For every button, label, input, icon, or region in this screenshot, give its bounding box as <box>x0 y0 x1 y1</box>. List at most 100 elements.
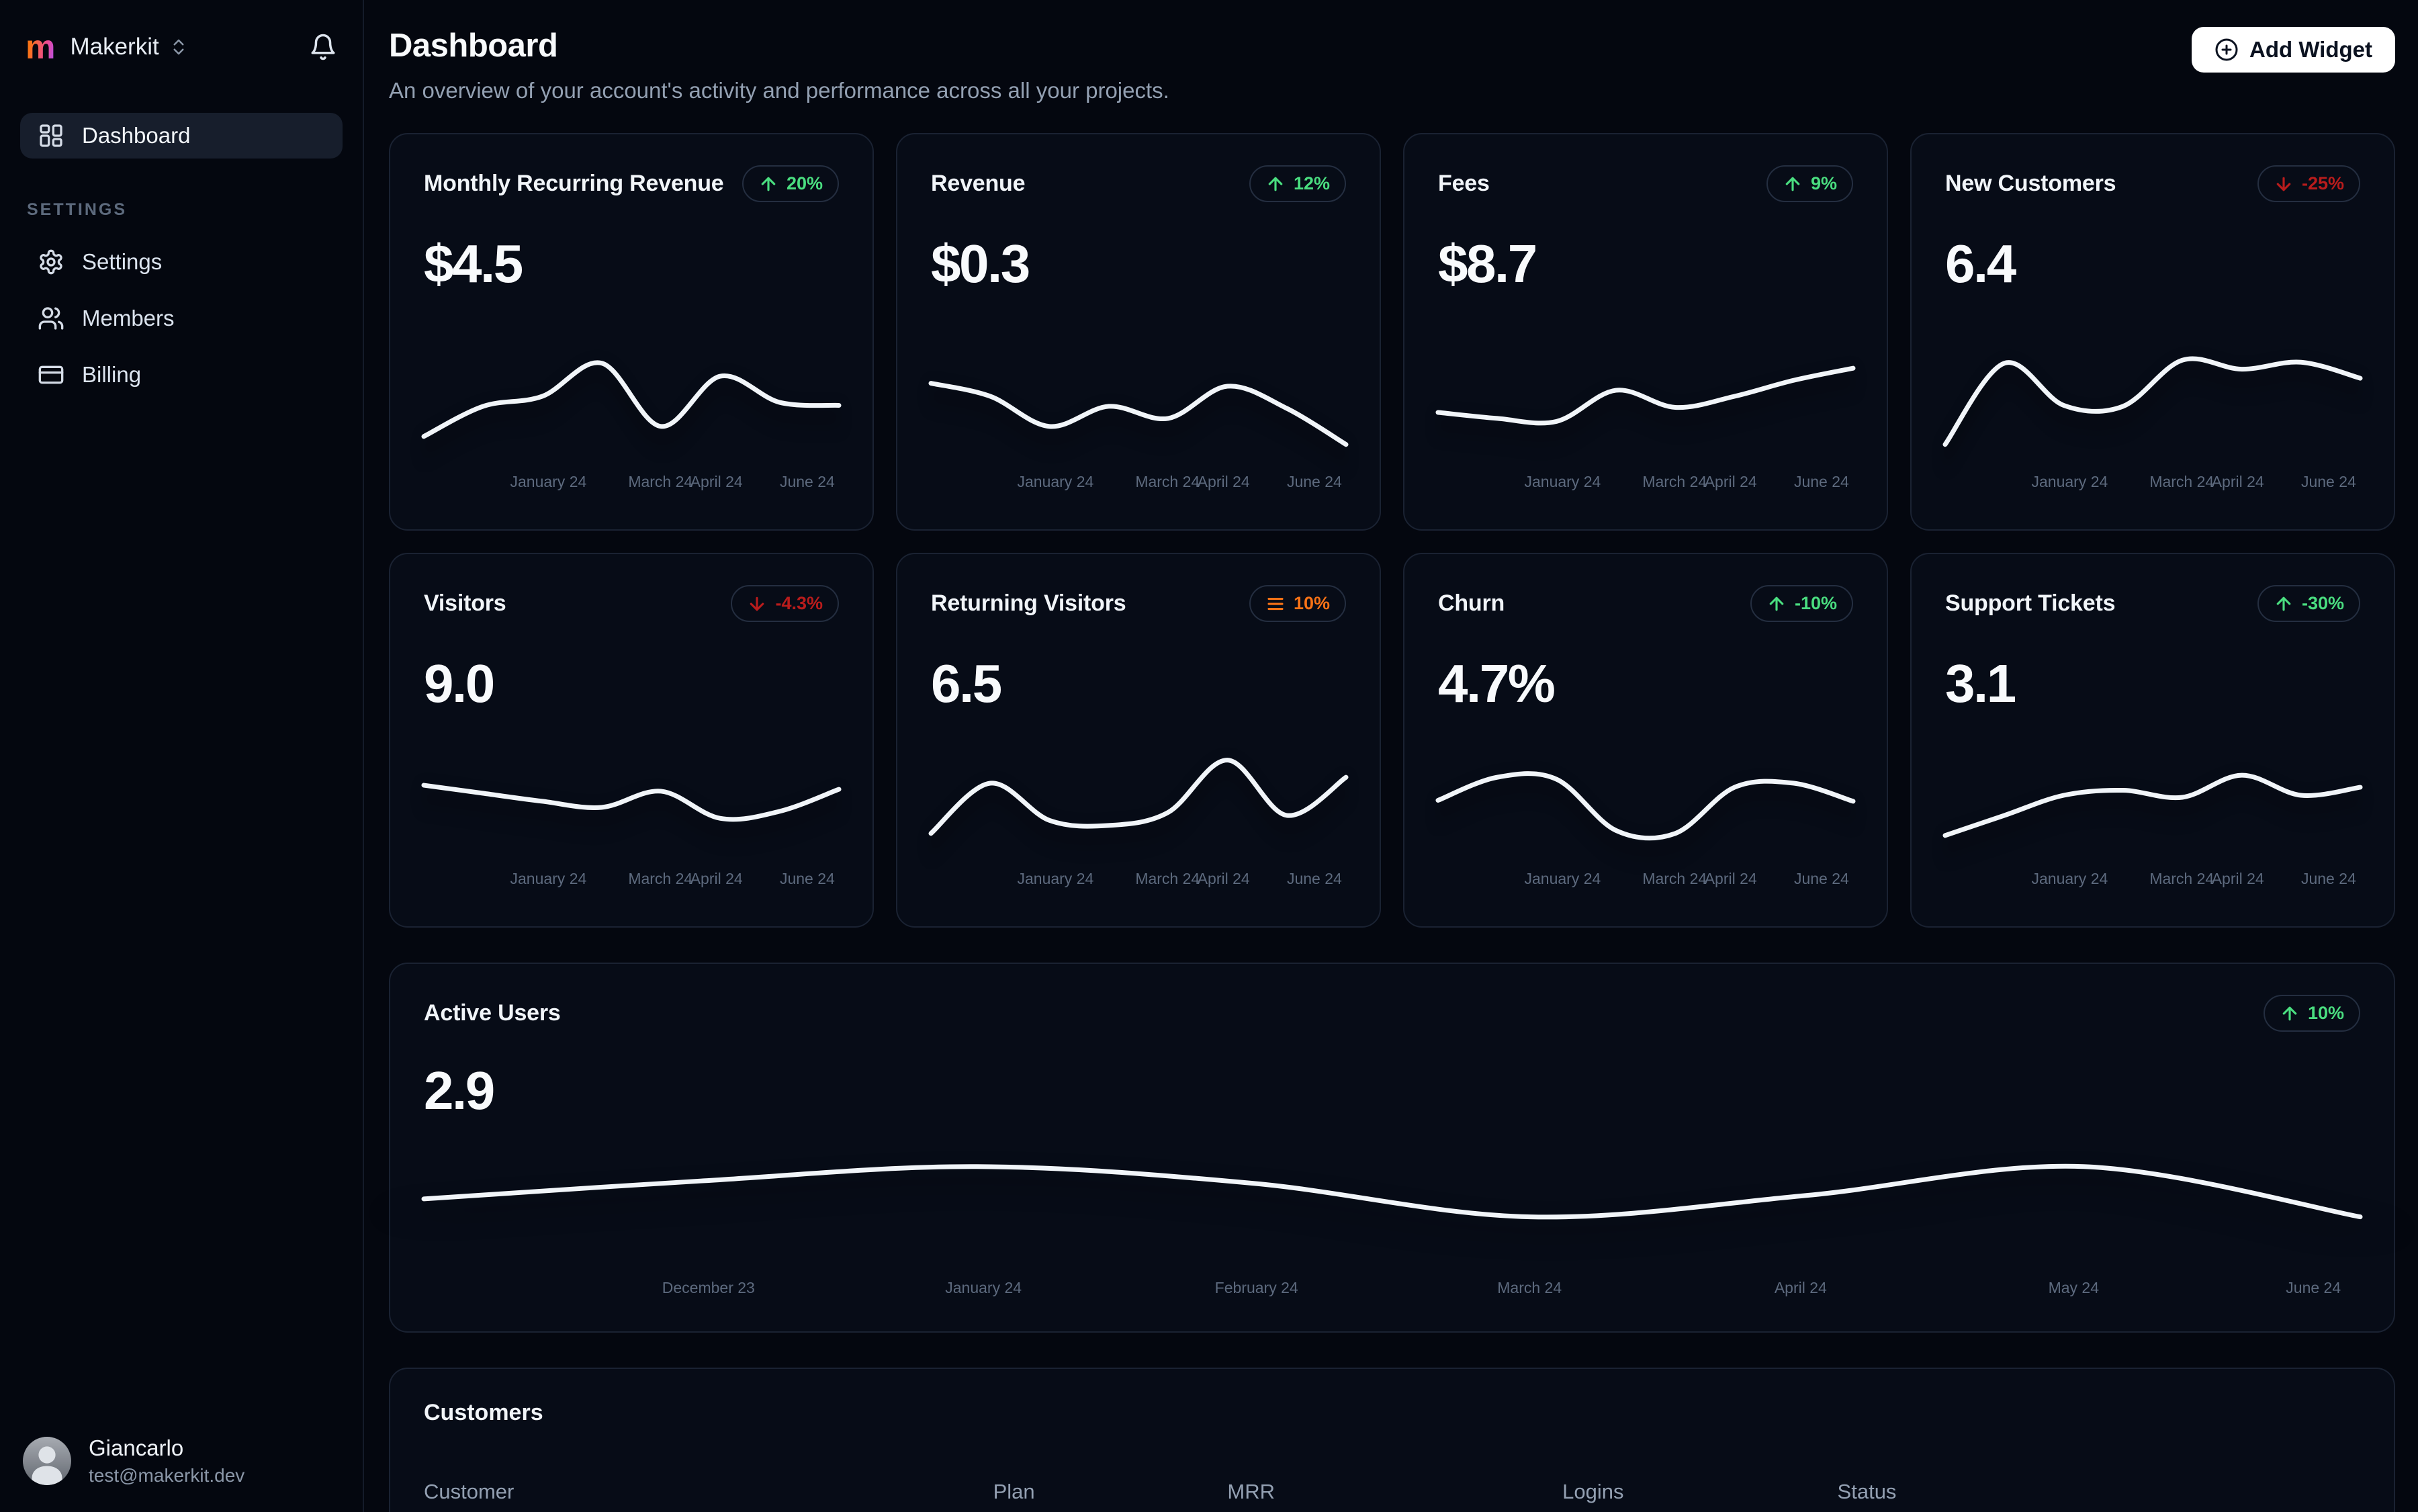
trend-badge: 12% <box>1249 165 1346 202</box>
sidebar-item-billing[interactable]: Billing <box>20 350 343 400</box>
main-content: Dashboard An overview of your account's … <box>364 0 2418 1512</box>
card-value: $8.7 <box>1438 234 1537 294</box>
x-tick-label: March 24 <box>1135 473 1200 490</box>
x-axis-labels: January 24 March 24 April 24 June 24 <box>931 468 1346 498</box>
x-tick-label: January 24 <box>510 473 587 490</box>
x-tick-label: June 24 <box>2286 1279 2341 1296</box>
trend-badge: -30% <box>2257 585 2360 622</box>
user-menu[interactable]: Giancarlo test@makerkit.dev <box>23 1435 244 1486</box>
x-tick-label: February 24 <box>1214 1279 1298 1296</box>
x-axis-labels: January 24 March 24 April 24 June 24 <box>424 468 839 498</box>
trend-badge: 20% <box>742 165 839 202</box>
line-chart <box>1945 736 2360 855</box>
sidebar-item-members[interactable]: Members <box>20 294 343 343</box>
x-tick-label: January 24 <box>1524 473 1601 490</box>
card-title: Monthly Recurring Revenue <box>424 171 724 196</box>
stat-card: Revenue 12% $0.3 January 24 March 24 April… <box>896 133 1381 531</box>
x-tick-label: March 24 <box>1135 870 1200 887</box>
x-tick-label: April 24 <box>1197 473 1250 490</box>
line-chart <box>424 339 839 458</box>
sidebar-item-label: Billing <box>82 362 142 387</box>
x-tick-label: March 24 <box>628 473 693 490</box>
column-header-customer: Customer <box>424 1480 514 1503</box>
line-chart <box>1945 339 2360 458</box>
trend-badge: 10% <box>2263 995 2360 1032</box>
customers-table-header: Customer Plan MRR Logins Status <box>424 1480 2360 1512</box>
stat-card: Support Tickets -30% 3.1 January 24 March… <box>1910 553 2395 928</box>
x-axis-labels: January 24 March 24 April 24 June 24 <box>1438 468 1853 498</box>
customers-card: Customers Customer Plan MRR Logins Statu… <box>389 1368 2395 1512</box>
x-tick-label: April 24 <box>690 473 743 490</box>
page-header: Dashboard An overview of your account's … <box>389 27 2395 103</box>
x-tick-label: January 24 <box>1017 870 1094 887</box>
gear-icon <box>38 249 64 275</box>
makerkit-logo: m <box>26 28 56 66</box>
x-tick-label: June 24 <box>2300 473 2356 490</box>
x-tick-label: May 24 <box>2048 1279 2100 1296</box>
trend-badge: -25% <box>2257 165 2360 202</box>
column-header-logins: Logins <box>1562 1480 1624 1503</box>
card-title: Churn <box>1438 590 1505 616</box>
workspace-name: Makerkit <box>70 34 159 60</box>
card-title: Returning Visitors <box>931 590 1126 616</box>
x-tick-label: March 24 <box>1642 870 1707 887</box>
x-tick-label: April 24 <box>2211 473 2264 490</box>
dashboard-grid-icon <box>38 122 64 149</box>
card-value: 3.1 <box>1945 654 2016 713</box>
card-value: $0.3 <box>931 234 1030 294</box>
x-tick-label: April 24 <box>690 870 743 887</box>
line-chart <box>1438 339 1853 458</box>
stat-card: Fees 9% $8.7 January 24 March 24 April 24 J… <box>1403 133 1888 531</box>
x-tick-label: June 24 <box>1286 473 1342 490</box>
sidebar-item-settings[interactable]: Settings <box>20 237 343 287</box>
x-axis-labels: January 24 March 24 April 24 June 24 <box>931 864 1346 895</box>
x-tick-label: March 24 <box>2149 870 2214 887</box>
trend-icon <box>1785 177 1800 191</box>
x-tick-label: April 24 <box>2211 870 2264 887</box>
x-tick-label: January 24 <box>510 870 587 887</box>
x-tick-label: June 24 <box>779 473 835 490</box>
plus-circle-icon <box>2215 38 2238 61</box>
stat-card: New Customers -25% 6.4 January 24 March 2… <box>1910 133 2395 531</box>
active-users-card: Active Users 10% 2.9 December 23 January … <box>389 963 2395 1333</box>
chevrons-up-down-icon <box>169 37 189 57</box>
primary-nav: Dashboard <box>20 113 343 159</box>
card-value: $4.5 <box>424 234 523 294</box>
stat-card: Returning Visitors 10% 6.5 January 24 Mar… <box>896 553 1381 928</box>
card-title: Visitors <box>424 590 506 616</box>
notifications-bell-icon[interactable] <box>309 33 337 61</box>
line-chart <box>1438 736 1853 855</box>
x-tick-label: March 24 <box>1497 1279 1562 1296</box>
sidebar-item-dashboard[interactable]: Dashboard <box>20 113 343 159</box>
x-tick-label: January 24 <box>2031 870 2108 887</box>
avatar <box>23 1437 71 1485</box>
settings-nav: Settings Members Billing <box>20 237 343 400</box>
workspace-selector[interactable]: m Makerkit <box>20 26 343 69</box>
line-chart <box>424 736 839 855</box>
trend-badge: 10% <box>1249 585 1346 622</box>
add-widget-button[interactable]: Add Widget <box>2192 27 2395 73</box>
sidebar-item-label: Settings <box>82 249 163 274</box>
x-axis-labels: January 24 March 24 April 24 June 24 <box>1945 864 2360 895</box>
settings-section-label: SETTINGS <box>27 200 128 219</box>
trend-icon <box>1268 177 1283 191</box>
trend-icon <box>1769 596 1784 611</box>
card-value: 9.0 <box>424 654 495 713</box>
credit-card-icon <box>38 361 64 388</box>
x-axis-labels: January 24 March 24 April 24 June 24 <box>424 864 839 895</box>
trend-badge: 9% <box>1766 165 1853 202</box>
card-title: New Customers <box>1945 171 2116 196</box>
x-tick-label: January 24 <box>945 1279 1022 1296</box>
card-title: Revenue <box>931 171 1026 196</box>
x-tick-label: March 24 <box>628 870 693 887</box>
trend-badge: -10% <box>1750 585 1853 622</box>
stat-card: Churn -10% 4.7% January 24 March 24 April … <box>1403 553 1888 928</box>
card-value: 4.7% <box>1438 654 1556 713</box>
stat-card: Monthly Recurring Revenue 20% $4.5 Janua… <box>389 133 874 531</box>
trend-icon <box>761 177 776 191</box>
x-tick-label: January 24 <box>2031 473 2108 490</box>
x-tick-label: June 24 <box>2300 870 2356 887</box>
sidebar-item-label: Members <box>82 306 175 330</box>
x-tick-label: April 24 <box>1704 870 1757 887</box>
trend-icon <box>2276 596 2291 611</box>
